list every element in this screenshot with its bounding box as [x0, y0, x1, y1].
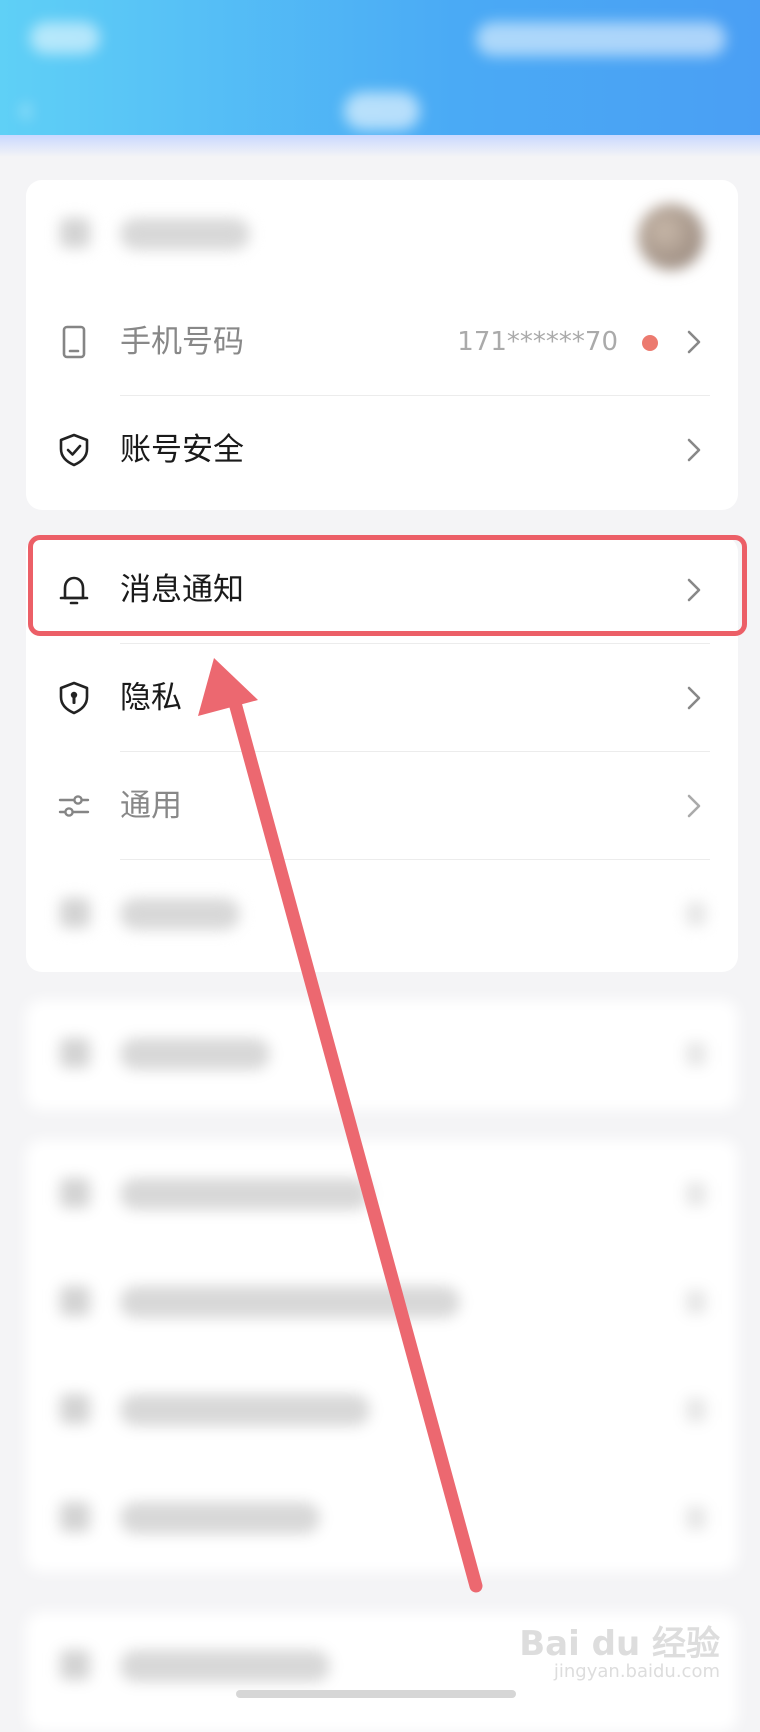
watermark-url: jingyan.baidu.com — [553, 1661, 720, 1682]
watermark-logo-text: Bai du 经验 — [519, 1624, 720, 1664]
home-indicator — [236, 1690, 516, 1698]
annotation-arrow — [198, 658, 483, 1593]
watermark: Bai du 经验 jingyan.baidu.com — [519, 1626, 720, 1682]
